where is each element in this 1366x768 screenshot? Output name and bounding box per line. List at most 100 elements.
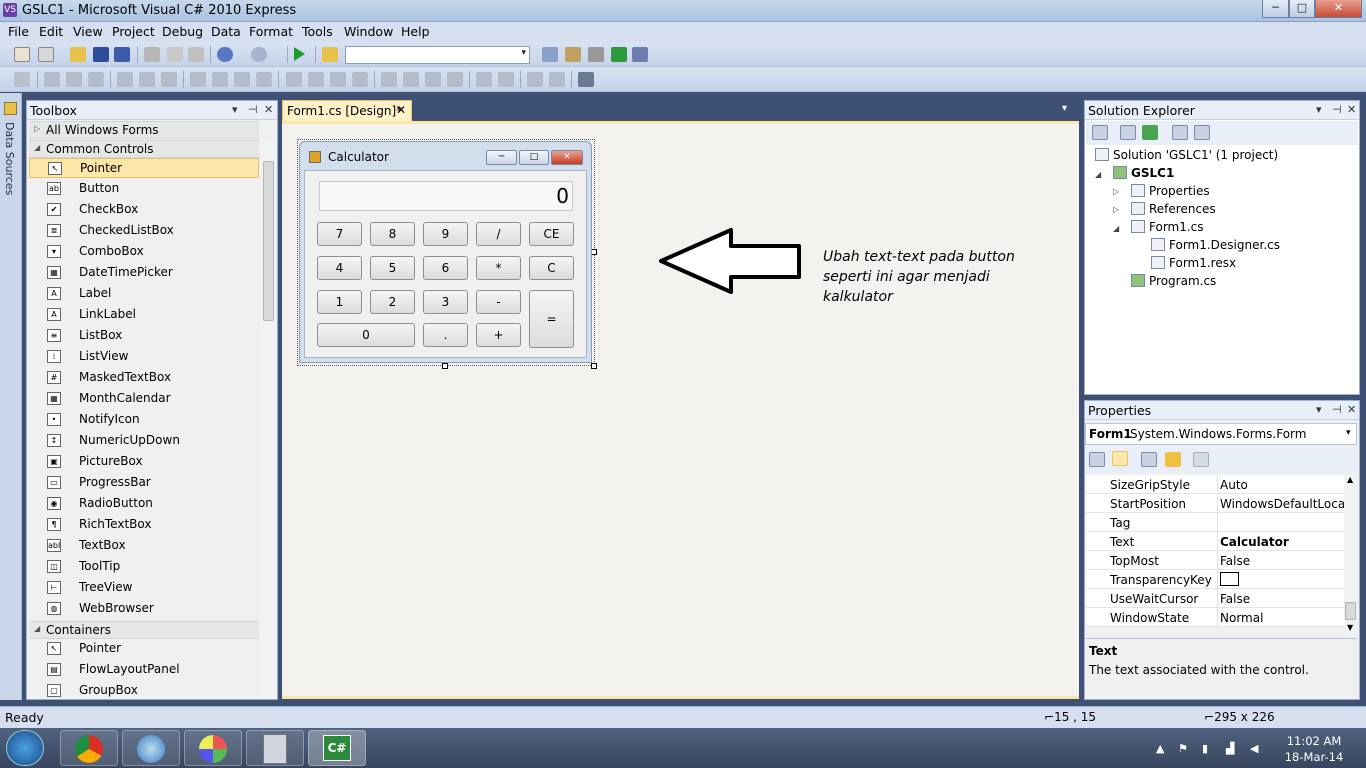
button-ce[interactable]: CE — [529, 222, 574, 246]
paste-icon[interactable] — [188, 47, 204, 62]
chrome-taskbar-button[interactable] — [60, 730, 118, 766]
toolbox-item-monthcalendar[interactable]: ▦ MonthCalendar — [29, 389, 259, 409]
volume-icon[interactable]: ◀ — [1250, 742, 1258, 755]
new-project-icon[interactable] — [14, 47, 30, 62]
panel-menu-icon[interactable]: ▾ — [232, 103, 238, 116]
close-icon[interactable]: ✕ — [264, 103, 273, 116]
properties-scrollbar[interactable]: ▲ ▼ — [1344, 475, 1358, 635]
toolbox-item-listview[interactable]: ⁞ ListView — [29, 347, 259, 367]
calc-display[interactable]: 0 — [319, 181, 573, 211]
scroll-up-icon[interactable]: ▲ — [1347, 475, 1353, 484]
visual-csharp-taskbar-button[interactable]: C# — [308, 730, 366, 766]
toolbox-item-groupbox[interactable]: ▢ GroupBox — [29, 681, 259, 701]
object-selector[interactable]: Form1 System.Windows.Forms.Form ▾ — [1085, 423, 1357, 445]
toolbox-item-pointer[interactable]: ↖ Pointer — [29, 158, 259, 178]
property-value[interactable]: Calculator — [1220, 535, 1344, 549]
tree-project[interactable]: GSLC1 — [1113, 166, 1174, 180]
toolbox-item-richtextbox[interactable]: ¶ RichTextBox — [29, 515, 259, 535]
close-icon[interactable]: ✕ — [1347, 403, 1356, 416]
toolbox-item-label[interactable]: A Label — [29, 284, 259, 304]
button-decimal[interactable]: . — [423, 323, 468, 347]
button-divide[interactable]: / — [476, 222, 521, 246]
toolbox-item-checkbox[interactable]: ✔ CheckBox — [29, 200, 259, 220]
show-hidden-icons-icon[interactable]: ▲ — [1156, 742, 1164, 755]
tab-order-icon[interactable] — [578, 72, 594, 87]
collapse-icon[interactable]: ◢ — [1095, 170, 1101, 179]
toolbox-item-datetimepicker[interactable]: ▦ DateTimePicker — [29, 263, 259, 283]
undo-icon[interactable] — [217, 47, 233, 62]
tree-references[interactable]: References — [1131, 202, 1216, 216]
toolbox-item-notifyicon[interactable]: • NotifyIcon — [29, 410, 259, 430]
align-centers-icon[interactable] — [66, 72, 82, 87]
toolbox-item-textbox[interactable]: abl TextBox — [29, 536, 259, 556]
view-designer-icon[interactable] — [1194, 125, 1210, 140]
align-rights-icon[interactable] — [88, 72, 104, 87]
toolbox-item-treeview[interactable]: ⊢ TreeView — [29, 578, 259, 598]
group-containers[interactable]: ◢ Containers — [29, 621, 259, 639]
start-debugging-icon[interactable] — [294, 47, 305, 61]
button-add[interactable]: + — [476, 323, 521, 347]
toolbox-item-linklabel[interactable]: A LinkLabel — [29, 305, 259, 325]
pin-icon[interactable]: ⊣ — [1332, 403, 1342, 416]
copy-icon[interactable] — [167, 47, 183, 62]
show-all-files-icon[interactable] — [1120, 125, 1136, 140]
scroll-down-icon[interactable]: ▼ — [1347, 623, 1353, 632]
vspacing-decrease-icon[interactable] — [425, 72, 441, 87]
toolbox-item-listbox[interactable]: ≡ ListBox — [29, 326, 259, 346]
tree-program[interactable]: Program.cs — [1131, 274, 1216, 288]
extension-icon[interactable] — [632, 47, 648, 62]
chevron-down-icon[interactable]: ▾ — [1346, 428, 1351, 438]
center-vertically-icon[interactable] — [498, 72, 514, 87]
button-9[interactable]: 9 — [423, 222, 468, 246]
toolbox-icon[interactable] — [588, 47, 604, 62]
button-multiply[interactable]: * — [476, 256, 521, 280]
hspacing-decrease-icon[interactable] — [330, 72, 346, 87]
tree-form1-resx[interactable]: Form1.resx — [1151, 256, 1236, 270]
toolbox-item-picturebox[interactable]: ▣ PictureBox — [29, 452, 259, 472]
start-orb-icon[interactable] — [6, 730, 44, 766]
tree-form1-designer[interactable]: Form1.Designer.cs — [1151, 238, 1280, 252]
form-maximize-button[interactable]: □ — [519, 150, 549, 165]
toolbox-item-flowlayoutpanel[interactable]: ▤ FlowLayoutPanel — [29, 660, 259, 680]
property-row-tag[interactable]: Tag — [1086, 513, 1344, 532]
solution-explorer-icon[interactable] — [542, 47, 558, 62]
menu-file[interactable]: File — [8, 24, 29, 39]
hspacing-equal-icon[interactable] — [286, 72, 302, 87]
cut-icon[interactable] — [144, 47, 160, 62]
calculator-taskbar-button[interactable] — [246, 730, 304, 766]
itunes-taskbar-button[interactable] — [122, 730, 180, 766]
find-combo[interactable]: ▾ — [345, 46, 530, 64]
close-button[interactable]: ✕ — [1315, 0, 1362, 18]
vspacing-remove-icon[interactable] — [447, 72, 463, 87]
button-8[interactable]: 8 — [370, 222, 415, 246]
expand-icon[interactable]: ▷ — [1113, 187, 1119, 196]
vspacing-equal-icon[interactable] — [381, 72, 397, 87]
property-row-text[interactable]: Text Calculator — [1086, 532, 1344, 551]
tab-close-icon[interactable]: ✕ — [396, 103, 406, 117]
tree-form1[interactable]: Form1.cs — [1131, 220, 1204, 234]
same-size-icon[interactable] — [256, 72, 272, 87]
pin-icon[interactable]: ⊣ — [248, 103, 258, 116]
size-to-grid-icon[interactable] — [212, 72, 228, 87]
toolbox-item-combobox[interactable]: ▾ ComboBox — [29, 242, 259, 262]
button-7[interactable]: 7 — [317, 222, 362, 246]
menu-debug[interactable]: Debug — [162, 24, 203, 39]
add-item-icon[interactable] — [38, 47, 54, 62]
align-tops-icon[interactable] — [117, 72, 133, 87]
button-c[interactable]: C — [529, 256, 574, 280]
redo-icon[interactable] — [251, 47, 267, 62]
menu-project[interactable]: Project — [112, 24, 155, 39]
property-value[interactable]: Auto — [1220, 478, 1344, 492]
align-middles-icon[interactable] — [139, 72, 155, 87]
property-pages-icon[interactable] — [1193, 452, 1209, 467]
properties-icon[interactable] — [1092, 125, 1108, 140]
tree-solution[interactable]: Solution 'GSLC1' (1 project) — [1095, 148, 1278, 162]
hspacing-increase-icon[interactable] — [308, 72, 324, 87]
network-icon[interactable]: ▟ — [1226, 742, 1234, 755]
properties-window-icon[interactable] — [565, 47, 581, 62]
expand-icon[interactable]: ▷ — [1113, 205, 1119, 214]
panel-menu-icon[interactable]: ▾ — [1316, 103, 1322, 116]
button-0[interactable]: 0 — [317, 323, 415, 347]
data-sources-label[interactable]: Data Sources — [3, 122, 16, 195]
toolbox-item-button[interactable]: ab Button — [29, 179, 259, 199]
